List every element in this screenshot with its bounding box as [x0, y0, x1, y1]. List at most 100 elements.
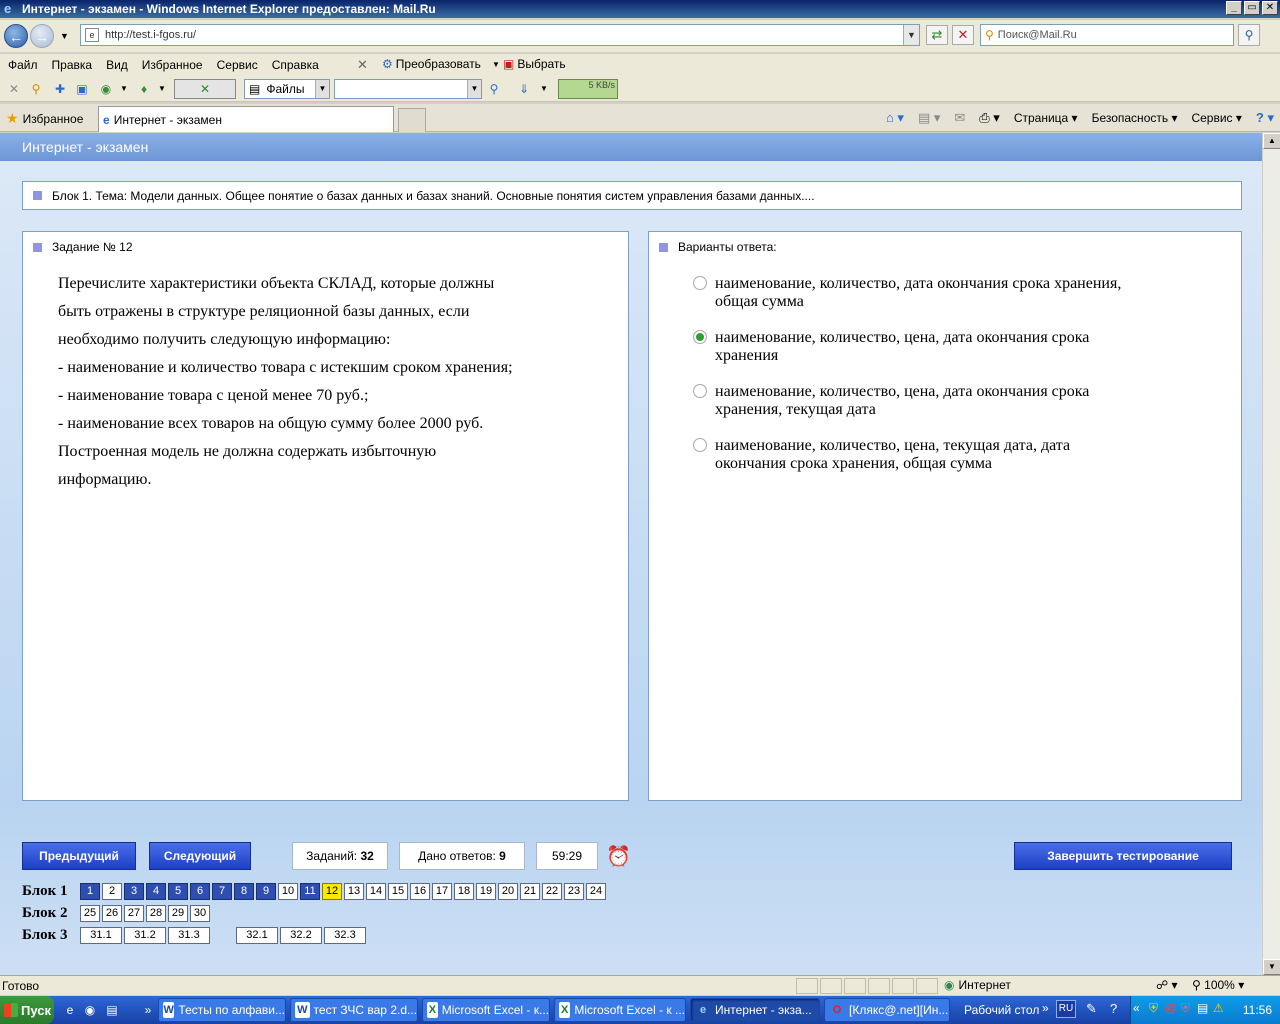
address-dropdown-icon[interactable]: ▼ [903, 25, 919, 45]
protected-mode-icon[interactable]: ☍ ▾ [1156, 978, 1178, 992]
history-dropdown-icon[interactable]: ▼ [60, 31, 69, 41]
quicklaunch-more-icon[interactable]: » [140, 1002, 156, 1018]
task-word-1[interactable]: W Тесты по алфави... [158, 998, 286, 1022]
task-opera[interactable]: O [Клякс@.net][Ин... [824, 998, 950, 1022]
desktop-more-icon[interactable]: » [1042, 1001, 1049, 1015]
task-number-button[interactable]: 11 [300, 882, 320, 900]
task-number-button[interactable]: 13 [344, 882, 364, 900]
task-number-button[interactable]: 30 [190, 904, 210, 922]
tray-expand-icon[interactable]: « [1133, 1001, 1140, 1015]
stop-icon[interactable]: ✕ [952, 25, 974, 45]
vertical-scrollbar[interactable]: ▲ ▼ [1262, 133, 1280, 975]
toolbar-search-icon[interactable]: ⚲ [28, 81, 44, 97]
toolbar-download-icon[interactable]: ⇓ [516, 81, 532, 97]
menu-view[interactable]: Вид [106, 58, 128, 72]
task-number-button[interactable]: 6 [190, 882, 210, 900]
task-number-button[interactable]: 32.1 [236, 926, 278, 944]
answer-option-3[interactable]: наименование, количество, цена, дата око… [693, 383, 1213, 419]
zoom-dropdown-icon[interactable]: ▾ [1238, 978, 1244, 992]
task-number-button[interactable]: 3 [124, 882, 144, 900]
scroll-down-icon[interactable]: ▼ [1263, 959, 1280, 975]
answer-option-4[interactable]: наименование, количество, цена, текущая … [693, 437, 1213, 473]
task-number-button[interactable]: 17 [432, 882, 452, 900]
task-number-button[interactable]: 21 [520, 882, 540, 900]
close-button[interactable]: ✕ [1262, 1, 1278, 15]
network-icon[interactable]: ▤ [1197, 1001, 1208, 1015]
toolbar-search-dropdown-icon[interactable]: ▼ [467, 80, 481, 98]
pen-tray-icon[interactable]: ✎ [1086, 1001, 1097, 1017]
toolbar-magnifier-icon[interactable]: ⚲ [486, 81, 502, 97]
task-number-button[interactable]: 5 [168, 882, 188, 900]
task-number-button[interactable]: 31.1 [80, 926, 122, 944]
print-icon[interactable]: ⎙ ▾ [979, 110, 1000, 126]
radio-button[interactable] [693, 276, 707, 290]
quicklaunch-folder-icon[interactable]: ▤ [104, 1002, 120, 1018]
task-number-button[interactable]: 25 [80, 904, 100, 922]
search-go-icon[interactable]: ⚲ [1238, 24, 1260, 46]
scroll-up-icon[interactable]: ▲ [1263, 133, 1280, 149]
task-number-button[interactable]: 31.3 [168, 926, 210, 944]
task-number-button[interactable]: 26 [102, 904, 122, 922]
answer-option-2[interactable]: наименование, количество, цена, дата око… [693, 329, 1213, 365]
task-number-button[interactable]: 29 [168, 904, 188, 922]
task-number-button[interactable]: 1 [80, 882, 100, 900]
help-tray-icon[interactable]: ? [1110, 1001, 1117, 1016]
task-number-button[interactable]: 24 [586, 882, 606, 900]
back-button[interactable]: ← [4, 24, 28, 48]
maximize-button[interactable]: ▭ [1244, 1, 1260, 15]
files-dropdown-icon[interactable]: ▼ [315, 80, 329, 98]
warning-icon[interactable]: ⚠ [1213, 1001, 1224, 1015]
search-input[interactable]: ⚲ Поиск@Mail.Ru [980, 24, 1234, 46]
toolbar-globe-icon[interactable]: ◉ [98, 81, 114, 97]
task-excel-1[interactable]: X Microsoft Excel - к... [422, 998, 550, 1022]
menu-file[interactable]: Файл [8, 58, 38, 72]
task-number-button[interactable]: 12 [322, 882, 342, 900]
task-word-2[interactable]: W тест ЗЧС вар 2.d... [290, 998, 418, 1022]
toolbar-cursor-button[interactable]: ✕ [174, 79, 236, 99]
task-number-button[interactable]: 19 [476, 882, 496, 900]
task-number-button[interactable]: 22 [542, 882, 562, 900]
toolbar-add-icon[interactable]: ✚ [52, 81, 68, 97]
minimize-button[interactable]: _ [1226, 1, 1242, 15]
zoom-control[interactable]: ⚲ 100% ▾ [1192, 978, 1244, 992]
task-number-button[interactable]: 16 [410, 882, 430, 900]
task-number-button[interactable]: 27 [124, 904, 144, 922]
task-number-button[interactable]: 14 [366, 882, 386, 900]
forward-button[interactable]: → [30, 24, 54, 48]
feeds-icon[interactable]: ▤ ▾ [918, 110, 940, 126]
page-menu[interactable]: Страница ▾ [1014, 111, 1078, 125]
finish-test-button[interactable]: Завершить тестирование [1014, 842, 1232, 870]
toolbar-windows-icon[interactable]: ▣ [74, 81, 90, 97]
files-select[interactable]: ▤ Файлы ▼ [244, 79, 330, 99]
desktop-toolbar[interactable]: Рабочий стол [964, 1003, 1039, 1017]
security-zone[interactable]: ◉ Интернет [944, 978, 1011, 992]
tab-exam[interactable]: e Интернет - экзамен [98, 106, 394, 132]
help-icon[interactable]: ? ▾ [1256, 110, 1274, 126]
task-number-button[interactable]: 28 [146, 904, 166, 922]
menu-tools[interactable]: Сервис [217, 58, 258, 72]
toolbar-dropdown-icon[interactable]: ▼ [116, 81, 132, 97]
task-number-button[interactable]: 31.2 [124, 926, 166, 944]
toolbar-close-icon[interactable]: ✕ [6, 81, 22, 97]
task-number-button[interactable]: 10 [278, 882, 298, 900]
toolbar-addon-dropdown-icon[interactable]: ▼ [154, 81, 170, 97]
language-indicator[interactable]: RU [1056, 1000, 1076, 1018]
security-menu[interactable]: Безопасность ▾ [1092, 111, 1178, 125]
shield-icon[interactable]: ⛨ [1149, 1001, 1158, 1016]
task-number-button[interactable]: 15 [388, 882, 408, 900]
task-number-button[interactable]: 20 [498, 882, 518, 900]
radio-button[interactable] [693, 330, 707, 344]
task-number-button[interactable]: 23 [564, 882, 584, 900]
menu-favorites[interactable]: Избранное [142, 58, 203, 72]
select-button[interactable]: ▣ Выбрать [503, 57, 566, 71]
previous-button[interactable]: Предыдущий [22, 842, 136, 870]
toolbar-addon-icon[interactable]: ♦ [136, 81, 152, 97]
service-menu[interactable]: Сервис ▾ [1191, 111, 1241, 125]
start-button[interactable]: Пуск [0, 996, 54, 1024]
antivirus-icon[interactable]: ⛨ [1181, 1001, 1190, 1016]
convert-dropdown-icon[interactable]: ▼ [492, 60, 500, 69]
answer-option-1[interactable]: наименование, количество, дата окончания… [693, 275, 1213, 311]
favorites-button[interactable]: ★ Избранное [6, 110, 83, 127]
new-tab-button[interactable] [398, 108, 426, 132]
address-field[interactable]: e http://test.i-fgos.ru/ ▼ [80, 24, 920, 46]
